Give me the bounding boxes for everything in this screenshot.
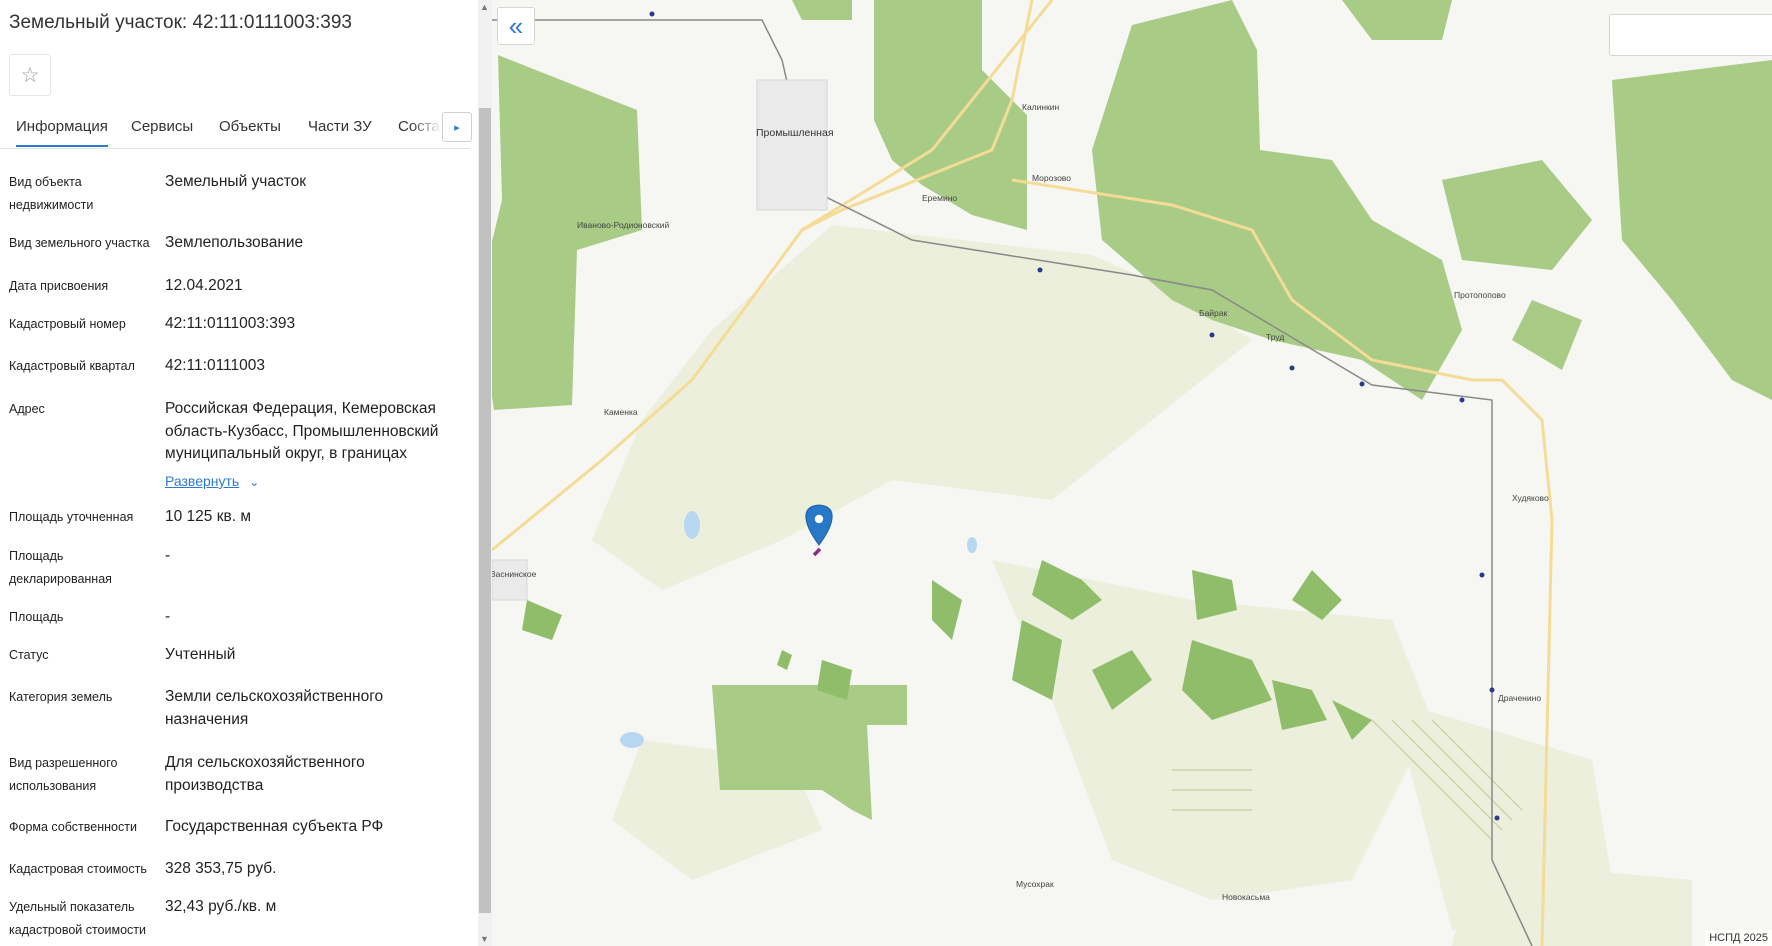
field-label: Площадь декларированная bbox=[9, 549, 112, 586]
field-value: - bbox=[165, 547, 171, 564]
field-value: Государственная субъекта РФ bbox=[165, 818, 384, 835]
tabs-fade bbox=[410, 106, 442, 146]
map-copyright: НСПД 2025 bbox=[1705, 930, 1772, 946]
place-label: Худяково bbox=[1512, 493, 1549, 503]
place-label: Промышленная bbox=[756, 127, 834, 139]
map-search-box[interactable] bbox=[1609, 14, 1772, 56]
location-pin-icon[interactable] bbox=[805, 504, 833, 546]
field-label: Вид объекта недвижимости bbox=[9, 175, 94, 212]
field-label: Категория земель bbox=[9, 690, 113, 704]
field-label: Кадастровый номер bbox=[9, 317, 126, 331]
scroll-down-arrow-icon[interactable]: ▼ bbox=[480, 934, 489, 944]
field-value: - bbox=[165, 608, 171, 625]
panel-scrollbar[interactable]: ▲ ▼ bbox=[478, 0, 492, 946]
field-label: Удельный показатель кадастровой стоимост… bbox=[9, 900, 146, 937]
collapse-panel-icon[interactable]: « bbox=[497, 7, 535, 45]
field-value: Земли сельскохозяйственного назначения bbox=[165, 688, 384, 728]
tab-services[interactable]: Сервисы bbox=[131, 118, 193, 135]
page-title: Земельный участок: 42:11:0111003:393 bbox=[9, 12, 353, 33]
chevron-down-icon[interactable]: ⌄ bbox=[249, 471, 259, 494]
field-value: 32,43 руб./кв. м bbox=[165, 898, 277, 915]
scrollbar-thumb[interactable] bbox=[479, 108, 491, 913]
field-label: Дата присвоения bbox=[9, 279, 109, 293]
parcel-outline[interactable] bbox=[812, 547, 822, 557]
field-value: Учтенный bbox=[165, 646, 236, 663]
field-value: 328 353,75 руб. bbox=[165, 860, 277, 877]
place-label: Протопопово bbox=[1454, 290, 1506, 300]
field-label: Кадастровая стоимость bbox=[9, 862, 147, 876]
field-label: Адрес bbox=[9, 402, 45, 416]
address-value: Российская Федерация, Кемеровская област… bbox=[165, 400, 439, 462]
favorite-star-icon[interactable]: ☆ bbox=[9, 54, 51, 96]
field-label: Площадь уточненная bbox=[9, 510, 134, 524]
field-label: Статус bbox=[9, 648, 49, 662]
field-label: Кадастровый квартал bbox=[9, 359, 135, 373]
place-label: Драченино bbox=[1498, 693, 1541, 703]
tabs-next-arrow-icon[interactable]: ▸ bbox=[442, 112, 472, 142]
info-panel: Земельный участок: 42:11:0111003:393 ☆ И… bbox=[0, 0, 478, 946]
field-label: Вид разрешенного использования bbox=[9, 756, 118, 793]
field-value: Для сельскохозяйственного производства bbox=[165, 754, 365, 794]
field-value: 10 125 кв. м bbox=[165, 508, 251, 525]
place-label: Байрак bbox=[1199, 308, 1228, 318]
tab-info[interactable]: Информация bbox=[16, 118, 108, 147]
map-canvas[interactable]: Промышленная Калинкин Морозово Еремино И… bbox=[492, 0, 1772, 946]
field-label: Форма собственности bbox=[9, 820, 137, 834]
tab-objects[interactable]: Объекты bbox=[219, 118, 281, 135]
field-label: Площадь bbox=[9, 610, 64, 624]
expand-address-link[interactable]: Развернуть bbox=[165, 473, 239, 489]
expand-link-wrap: Развернуть ⌄ bbox=[165, 470, 465, 494]
field-value: 42:11:0111003:393 bbox=[165, 315, 296, 332]
place-label: Мусохрак bbox=[1016, 879, 1054, 889]
tab-bar: Информация Сервисы Объекты Части ЗУ Сост… bbox=[0, 106, 470, 149]
field-value: Земельный участок bbox=[165, 173, 307, 190]
tab-parts[interactable]: Части ЗУ bbox=[308, 118, 372, 135]
place-label: Каменка bbox=[604, 407, 638, 417]
place-label: Еремино bbox=[922, 193, 957, 203]
place-label: Труд bbox=[1266, 332, 1284, 342]
place-label: Калинкин bbox=[1022, 102, 1060, 112]
place-label: Новокасьма bbox=[1222, 892, 1270, 902]
field-value: Землепользование bbox=[165, 234, 304, 251]
place-label: Морозово bbox=[1032, 173, 1071, 183]
field-value: 42:11:0111003 bbox=[165, 357, 265, 374]
scroll-up-arrow-icon[interactable]: ▲ bbox=[480, 2, 489, 12]
place-label: Иваново-Родионовский bbox=[577, 220, 669, 230]
place-label: Васнинское bbox=[492, 569, 537, 579]
map-view[interactable]: Промышленная Калинкин Морозово Еремино И… bbox=[492, 0, 1772, 946]
field-value: 12.04.2021 bbox=[165, 277, 243, 294]
field-label: Вид земельного участка bbox=[9, 236, 150, 250]
